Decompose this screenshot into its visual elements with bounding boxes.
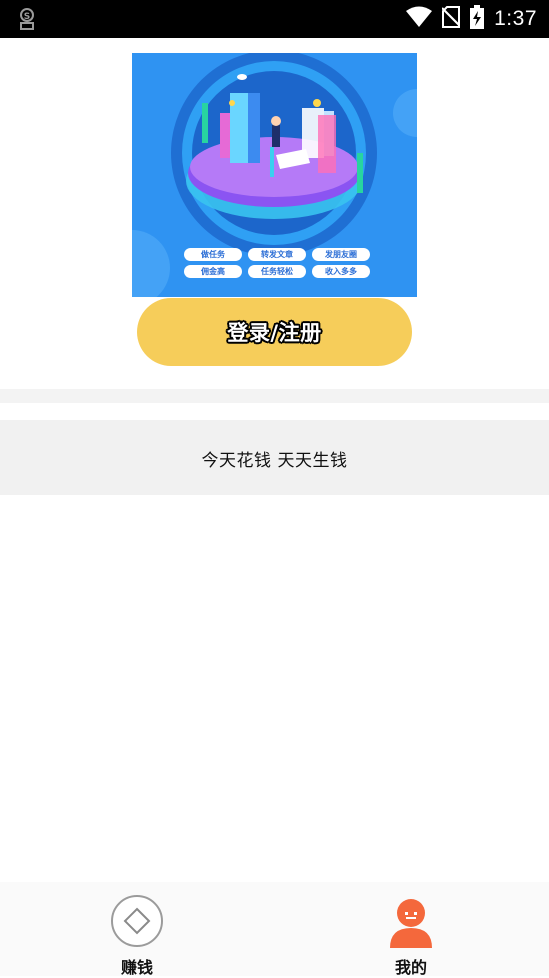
bottom-nav: 赚钱 我的 <box>0 882 549 977</box>
promo-banner[interactable]: 做任务 转发文章 发朋友圈 佣金高 任务轻松 收入多多 <box>132 53 417 297</box>
banner-tag: 任务轻松 <box>248 265 306 278</box>
nav-item-mine[interactable]: 我的 <box>341 882 481 977</box>
svg-text:S: S <box>24 12 30 22</box>
notification-app-icon: S <box>18 7 40 31</box>
nav-item-earn[interactable]: 赚钱 <box>67 882 207 977</box>
battery-charging-icon <box>470 5 485 33</box>
banner-tag: 做任务 <box>184 248 242 261</box>
status-bar: S 1:37 <box>0 0 549 38</box>
no-sim-icon <box>441 6 461 32</box>
wifi-icon <box>406 6 433 32</box>
slogan-text: 今天花钱 天天生钱 <box>201 451 348 471</box>
login-register-button[interactable]: 登录/注册 <box>137 298 412 366</box>
diamond-icon <box>110 894 164 948</box>
profile-face-icon <box>384 894 438 948</box>
banner-tag: 发朋友圈 <box>312 248 370 261</box>
banner-tag: 收入多多 <box>312 265 370 278</box>
section-divider <box>0 389 549 403</box>
banner-tag: 转发文章 <box>248 248 306 261</box>
slogan-section: 今天花钱 天天生钱 <box>0 420 549 495</box>
nav-label-earn: 赚钱 <box>120 958 153 977</box>
banner-tags: 做任务 转发文章 发朋友圈 佣金高 任务轻松 收入多多 <box>132 245 417 285</box>
nav-label-mine: 我的 <box>394 958 427 977</box>
banner-tag: 佣金高 <box>184 265 242 278</box>
login-register-label: 登录/注册 <box>227 321 322 345</box>
status-time: 1:37 <box>494 7 537 30</box>
